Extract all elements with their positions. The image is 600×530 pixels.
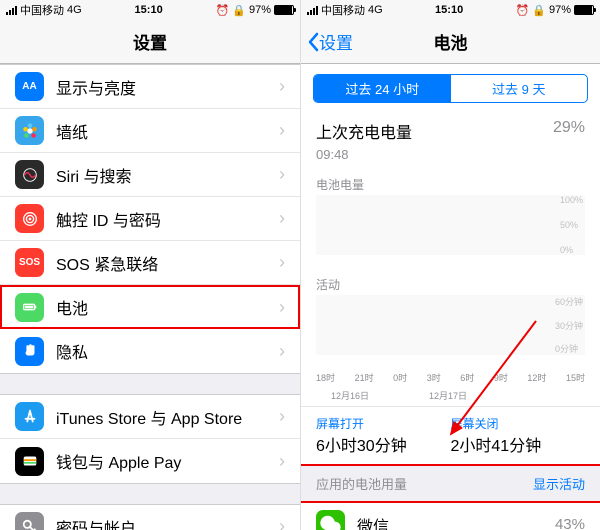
show-activity-button[interactable]: 显示活动 [533, 474, 585, 493]
list-item-墙纸[interactable]: 墙纸› [0, 109, 300, 153]
status-time: 15:10 [435, 4, 463, 16]
list-item-Siri 与搜索[interactable]: Siri 与搜索› [0, 153, 300, 197]
chevron-left-icon [307, 32, 319, 52]
usage-header: 应用的电池用量 显示活动 [301, 464, 600, 503]
signal-icon [307, 6, 318, 15]
orientation-lock-icon: 🔒 [232, 4, 246, 17]
list-item-显示与亮度[interactable]: AA 显示与亮度› [0, 65, 300, 109]
chevron-right-icon: › [279, 76, 285, 97]
list-label: Siri 与搜索 [56, 163, 279, 187]
battery-icon [574, 5, 594, 15]
last-charge-label: 上次充电电量 [316, 119, 412, 143]
last-charge-time: 09:48 [301, 147, 600, 170]
chevron-right-icon: › [279, 252, 285, 273]
time-axis: 18时21时0时3时6时9时12时15时 [301, 370, 600, 388]
date-axis: 12月16日12月17日 [301, 388, 600, 406]
list-item-隐私[interactable]: 隐私› [0, 329, 300, 373]
nav-bar: 设置 [0, 20, 300, 64]
carrier: 中国移动 [321, 2, 365, 18]
activity-chart[interactable]: 60分钟30分钟0分钟 [301, 295, 600, 370]
siri-icon [15, 160, 44, 189]
list-item-触控 ID 与密码[interactable]: 触控 ID 与密码› [0, 197, 300, 241]
battery-pct: 97% [549, 4, 571, 16]
signal-icon [6, 6, 17, 15]
chevron-right-icon: › [279, 297, 285, 318]
list-label: 显示与亮度 [56, 75, 279, 99]
SOS-icon: SOS [15, 248, 44, 277]
page-title: 电池 [434, 29, 468, 54]
list-label: 密码与帐户 [56, 515, 279, 530]
app-icon [316, 510, 345, 530]
alarm-icon: ⏰ [516, 4, 530, 17]
seg-24h[interactable]: 过去 24 小时 [314, 75, 451, 102]
carrier: 中国移动 [20, 2, 64, 18]
chevron-right-icon: › [279, 164, 285, 185]
battery-icon [274, 5, 294, 15]
nav-bar: 设置 电池 [301, 20, 600, 64]
time-range-segment[interactable]: 过去 24 小时 过去 9 天 [313, 74, 588, 103]
chevron-right-icon: › [279, 341, 285, 362]
battery-pct: 97% [249, 4, 271, 16]
network: 4G [368, 4, 383, 16]
chevron-right-icon: › [279, 406, 285, 427]
chevron-right-icon: › [279, 120, 285, 141]
wallet-icon [15, 447, 44, 476]
back-label: 设置 [319, 29, 353, 54]
AA-icon: AA [15, 72, 44, 101]
seg-9d[interactable]: 过去 9 天 [451, 75, 588, 102]
battery-level-chart[interactable]: 100%50%0% [301, 195, 600, 270]
list-item-iTunes Store 与 App Store[interactable]: iTunes Store 与 App Store› [0, 395, 300, 439]
battery-icon [15, 293, 44, 322]
list-item-钱包与 Apple Pay[interactable]: 钱包与 Apple Pay› [0, 439, 300, 483]
alarm-icon: ⏰ [216, 4, 230, 17]
usage-title: 应用的电池用量 [316, 474, 407, 493]
chevron-right-icon: › [279, 516, 285, 530]
usage-label: 微信 [357, 513, 555, 530]
list-item-电池[interactable]: 电池› [0, 285, 300, 329]
key-icon [15, 512, 44, 530]
status-bar: 中国移动 4G 15:10 ⏰ 🔒 97% [301, 0, 600, 20]
screen-off-value: 2小时41分钟 [451, 432, 586, 456]
hand-icon [15, 337, 44, 366]
list-label: 触控 ID 与密码 [56, 207, 279, 231]
chevron-right-icon: › [279, 208, 285, 229]
screen-on-label: 屏幕打开 [316, 415, 451, 432]
orientation-lock-icon: 🔒 [532, 4, 546, 17]
screen-on-value: 6小时30分钟 [316, 432, 451, 456]
chevron-right-icon: › [279, 451, 285, 472]
list-label: 电池 [56, 295, 279, 319]
list-item-密码与帐户[interactable]: 密码与帐户› [0, 505, 300, 530]
screen-off-label: 屏幕关闭 [451, 415, 586, 432]
network: 4G [67, 4, 82, 16]
usage-item-微信[interactable]: 微信43% [301, 503, 600, 530]
list-label: 墙纸 [56, 119, 279, 143]
battery-panel: 中国移动 4G 15:10 ⏰ 🔒 97% 设置 电池 过去 24 小时 过去 … [300, 0, 600, 530]
last-charge-pct: 29% [553, 119, 585, 143]
list-label: 隐私 [56, 339, 279, 363]
settings-panel: 中国移动 4G 15:10 ⏰ 🔒 97% 设置 AA显示与亮度›墙纸›Siri… [0, 0, 300, 530]
list-item-SOS 紧急联络[interactable]: SOS SOS 紧急联络› [0, 241, 300, 285]
appstore-icon [15, 402, 44, 431]
status-bar: 中国移动 4G 15:10 ⏰ 🔒 97% [0, 0, 300, 20]
activity-title: 活动 [301, 270, 600, 295]
status-time: 15:10 [135, 4, 163, 16]
back-button[interactable]: 设置 [307, 29, 353, 54]
list-label: 钱包与 Apple Pay [56, 449, 279, 473]
list-label: iTunes Store 与 App Store [56, 405, 279, 429]
page-title: 设置 [133, 29, 167, 54]
usage-pct: 43% [555, 516, 585, 530]
level-title: 电池电量 [301, 170, 600, 195]
list-label: SOS 紧急联络 [56, 251, 279, 275]
touchid-icon [15, 204, 44, 233]
flower-icon [15, 116, 44, 145]
